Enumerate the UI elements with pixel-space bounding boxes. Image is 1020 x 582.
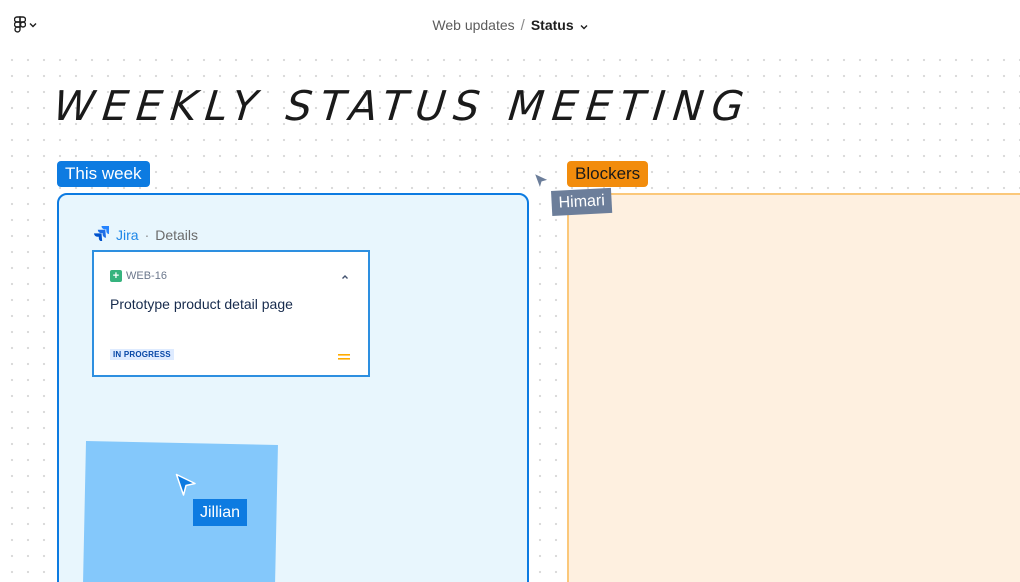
collaborator-name-tag: Himari bbox=[551, 187, 613, 216]
issue-key-row: + WEB-16 bbox=[110, 270, 167, 282]
issue-key[interactable]: WEB-16 bbox=[126, 270, 167, 282]
chevron-up-icon bbox=[341, 267, 349, 285]
chevron-down-icon bbox=[29, 22, 37, 28]
figma-logo-icon bbox=[14, 16, 26, 34]
file-name-dropdown[interactable]: Status bbox=[531, 17, 588, 33]
jira-app-name: Jira bbox=[116, 226, 139, 243]
priority-medium-icon bbox=[338, 348, 350, 360]
section-blockers[interactable] bbox=[567, 193, 1020, 582]
breadcrumb: Web updates / Status bbox=[0, 0, 1020, 50]
collaborator-name-tag: Jillian bbox=[193, 499, 248, 526]
sticky-note[interactable] bbox=[82, 441, 278, 582]
file-name-label: Status bbox=[530, 17, 574, 33]
breadcrumb-separator: / bbox=[520, 16, 525, 34]
chevron-down-icon bbox=[580, 17, 588, 33]
collapse-button[interactable] bbox=[338, 269, 352, 283]
section-label-blockers[interactable]: Blockers bbox=[567, 161, 649, 187]
section-label-this-week[interactable]: This week bbox=[57, 161, 150, 187]
story-plus-icon: + bbox=[110, 270, 122, 282]
jira-issue-card[interactable]: + WEB-16 Prototype product detail page I… bbox=[92, 250, 370, 377]
breadcrumb-parent-link[interactable]: Web updates bbox=[432, 17, 514, 33]
top-bar: Web updates / Status bbox=[0, 0, 1020, 50]
jira-view-label: Details bbox=[155, 226, 199, 243]
issue-summary: Prototype product detail page bbox=[110, 296, 293, 312]
jira-widget-header: Jira · Details bbox=[94, 225, 198, 244]
main-menu-button[interactable] bbox=[14, 14, 37, 36]
status-badge[interactable]: IN PROGRESS bbox=[110, 349, 174, 360]
jira-logo-icon bbox=[94, 225, 110, 244]
board-title[interactable]: WEEKLY STATUS MEETING bbox=[51, 82, 754, 130]
jira-header-separator: · bbox=[144, 226, 150, 243]
collaborator-cursor-icon bbox=[533, 172, 551, 197]
